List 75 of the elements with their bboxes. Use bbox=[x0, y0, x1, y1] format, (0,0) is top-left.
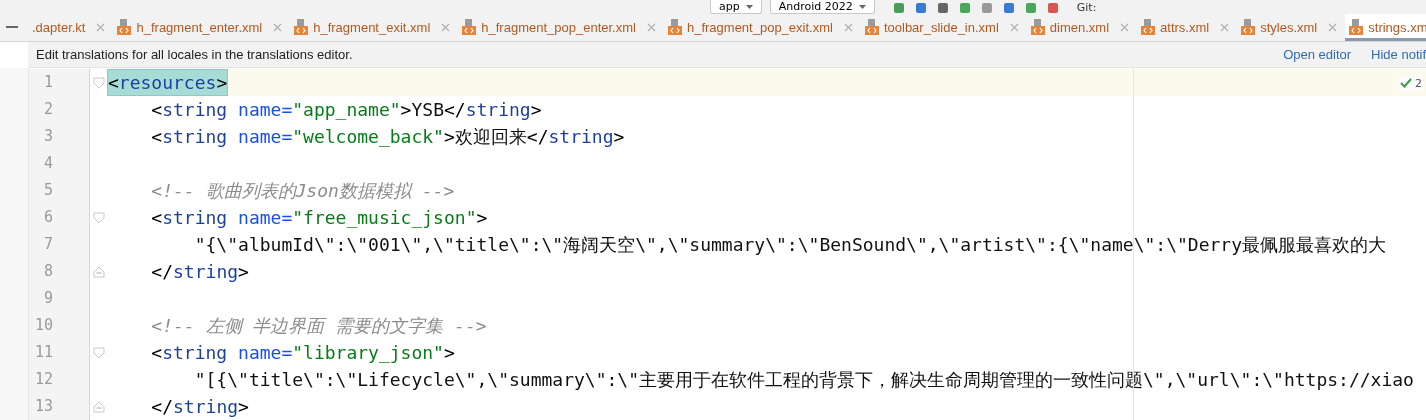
line-number: 9 bbox=[29, 285, 89, 312]
line-number: 10 bbox=[29, 312, 89, 339]
code-line: "[{\"title\":\"Lifecycle\",\"summary\":\"主要用于在软件工程的背景下，解决生命周期管理的一致性问题\",\"url\":\"https://xiao bbox=[193, 368, 1414, 392]
xml-file-icon bbox=[1030, 19, 1045, 36]
fold-marker-icon[interactable] bbox=[92, 76, 105, 89]
close-icon[interactable] bbox=[1328, 23, 1338, 32]
line-number: 4 bbox=[29, 150, 89, 177]
editor-tab[interactable]: .dapter.kt bbox=[28, 14, 114, 41]
toolbar-icon[interactable] bbox=[980, 1, 993, 14]
editor-tab[interactable]: dimen.xml bbox=[1026, 14, 1138, 41]
toolbar-icon[interactable] bbox=[936, 1, 949, 14]
close-icon[interactable] bbox=[1220, 23, 1230, 32]
editor-tab[interactable]: h_fragment_pop_enter.xml bbox=[458, 14, 664, 41]
toolbar-icon[interactable] bbox=[914, 1, 927, 14]
fold-marker-icon[interactable] bbox=[92, 211, 105, 224]
line-number: 2 bbox=[29, 96, 89, 123]
toolbar-icon[interactable] bbox=[892, 1, 905, 14]
editor-tab[interactable]: h_fragment_pop_exit.xml bbox=[663, 14, 861, 41]
code-line: <string name="library_json"> bbox=[150, 341, 455, 365]
xml-file-icon bbox=[667, 19, 682, 36]
run-config-dropdown[interactable]: app bbox=[710, 0, 762, 14]
minimize-icon[interactable] bbox=[6, 26, 18, 29]
code-line: <!-- 左侧 半边界面 需要的文字集 --> bbox=[150, 314, 487, 338]
line-number: 5 bbox=[29, 177, 89, 204]
xml-file-icon bbox=[462, 19, 477, 36]
line-number: 1 bbox=[29, 69, 89, 96]
toolbar-icon[interactable] bbox=[1046, 1, 1059, 14]
editor-tab[interactable]: styles.xml bbox=[1237, 14, 1346, 41]
notification-link[interactable]: Open editor bbox=[1283, 47, 1352, 62]
editor-tab[interactable]: h_fragment_enter.xml bbox=[113, 14, 291, 41]
code-line: </string> bbox=[150, 260, 249, 284]
notification-message: Edit translations for all locales in the translations editor. bbox=[36, 47, 353, 62]
check-icon bbox=[1400, 78, 1412, 89]
code-line: <!-- 歌曲列表的Json数据模拟 --> bbox=[150, 179, 455, 203]
close-icon[interactable] bbox=[843, 23, 853, 32]
code-line: <string name="welcome_back">欢迎回来</string> bbox=[150, 125, 625, 149]
line-number: 11 bbox=[29, 339, 89, 366]
run-config-dropdown[interactable]: Android 2022 bbox=[769, 0, 875, 14]
line-number: 7 bbox=[29, 231, 89, 258]
toolbar-icon[interactable] bbox=[1002, 1, 1015, 14]
editor-tab[interactable]: strings.xm bbox=[1345, 14, 1426, 41]
toolbar-icon[interactable] bbox=[1024, 1, 1037, 14]
code-line: <string name="app_name">YSB</string> bbox=[150, 98, 542, 122]
editor-tab[interactable]: toolbar_slide_in.xml bbox=[860, 14, 1027, 41]
xml-file-icon bbox=[864, 19, 879, 36]
close-icon[interactable] bbox=[1009, 23, 1019, 32]
close-icon[interactable] bbox=[273, 23, 283, 32]
line-number: 12 bbox=[29, 366, 89, 393]
inspection-widget[interactable]: 2 bbox=[1398, 76, 1424, 91]
code-line: "{\"albumId\":\"001\",\"title\":\"海阔天空\",\"summary\":\"BenSound\",\"artist\":{\"name\":\"Derry最佩服最喜欢的大 bbox=[193, 233, 1387, 257]
caret-icon bbox=[745, 4, 753, 9]
line-number: 8 bbox=[29, 258, 89, 285]
xml-file-icon bbox=[1349, 19, 1364, 36]
xml-file-icon bbox=[294, 19, 309, 36]
close-icon[interactable] bbox=[646, 23, 656, 32]
line-number: 3 bbox=[29, 123, 89, 150]
close-icon[interactable] bbox=[1120, 23, 1130, 32]
fold-marker-icon[interactable] bbox=[92, 265, 105, 278]
editor-tab[interactable]: h_fragment_exit.xml bbox=[290, 14, 459, 41]
line-number: 6 bbox=[29, 204, 89, 231]
fold-marker-icon[interactable] bbox=[92, 400, 105, 413]
editor-tab[interactable]: attrs.xml bbox=[1137, 14, 1238, 41]
xml-file-icon bbox=[117, 19, 132, 36]
line-number: 13 bbox=[29, 393, 89, 420]
caret-icon bbox=[858, 4, 866, 9]
toolbar-icon[interactable] bbox=[958, 1, 971, 14]
close-icon[interactable] bbox=[96, 23, 106, 32]
toolbar-label: Git: bbox=[1076, 1, 1097, 14]
code-line: </string> bbox=[150, 395, 249, 419]
xml-file-icon bbox=[1141, 19, 1156, 36]
close-icon[interactable] bbox=[441, 23, 451, 32]
notification-link[interactable]: Hide notif bbox=[1371, 47, 1426, 62]
xml-file-icon bbox=[1241, 19, 1256, 36]
fold-marker-icon[interactable] bbox=[92, 346, 105, 359]
code-line: <string name="free_music_json"> bbox=[150, 206, 488, 230]
